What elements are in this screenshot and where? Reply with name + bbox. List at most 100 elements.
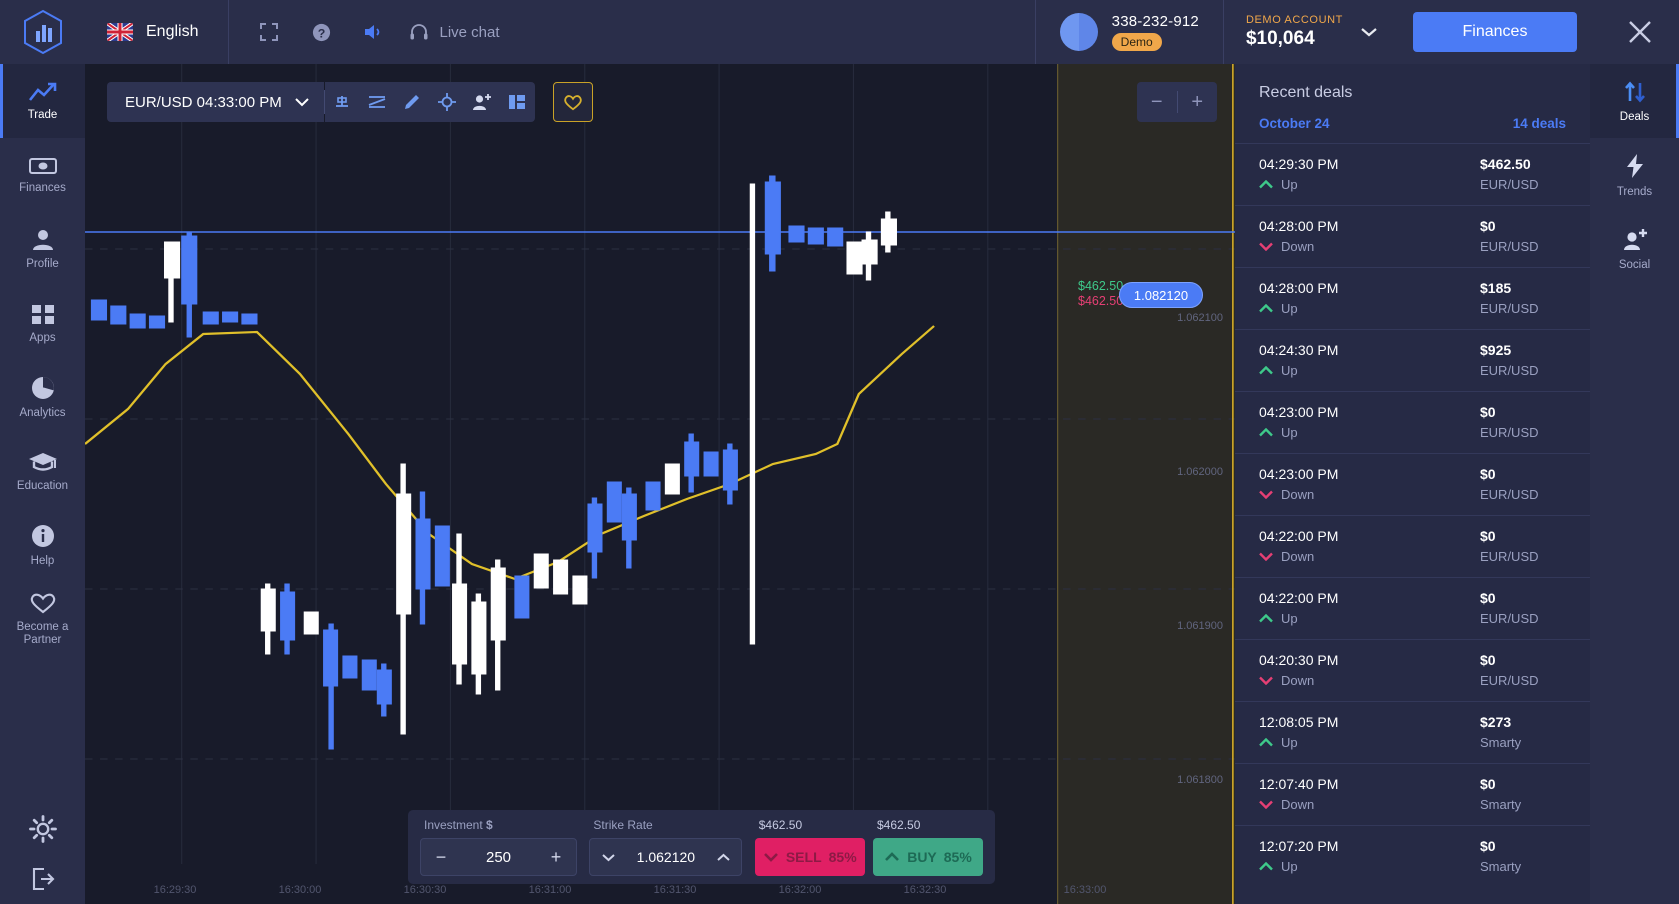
investment-minus-button[interactable]: − [421, 839, 461, 875]
deal-row[interactable]: 04:28:00 PM Up $185 EUR/USD [1235, 267, 1590, 329]
crosshair-button[interactable] [430, 82, 465, 122]
deals-date[interactable]: October 24 [1259, 116, 1330, 131]
deal-right: $0 EUR/USD [1480, 404, 1566, 440]
deal-amount: $185 [1480, 280, 1512, 296]
sidebar-item-trade[interactable]: Trade [0, 64, 85, 138]
deal-row[interactable]: 04:29:30 PM Up $462.50 EUR/USD [1235, 143, 1590, 205]
rightnav-item-label: Social [1618, 258, 1651, 271]
account-info[interactable]: 338-232-912 Demo [1034, 0, 1223, 64]
language-selector[interactable]: English [85, 0, 230, 64]
deal-left: 04:28:00 PM Up [1259, 280, 1338, 316]
balance-amount: $10,064 [1245, 28, 1315, 49]
deal-row[interactable]: 04:22:00 PM Up $0 EUR/USD [1235, 577, 1590, 639]
deal-row[interactable]: 12:07:20 PM Up $0 Smarty [1235, 825, 1590, 887]
rightnav-item-deals[interactable]: Deals [1590, 64, 1679, 138]
deal-row[interactable]: 04:23:00 PM Down $0 EUR/USD [1235, 453, 1590, 515]
sidebar-item-profile[interactable]: Profile [0, 212, 85, 286]
buy-button[interactable]: BUY 85% [873, 838, 983, 876]
logout-button[interactable] [0, 854, 85, 904]
deal-row[interactable]: 04:24:30 PM Up $925 EUR/USD [1235, 329, 1590, 391]
investment-input[interactable]: 250 [461, 849, 536, 866]
rightnav-item-trends[interactable]: Trends [1590, 138, 1679, 212]
buy-group: $462.50 BUY 85% [873, 818, 983, 876]
app-logo[interactable] [0, 0, 85, 64]
bar-chart-hex-logo [23, 9, 62, 55]
strike-input[interactable]: 1.062120 [626, 849, 705, 865]
deal-direction-label: Up [1281, 611, 1298, 626]
deal-direction: Down [1259, 487, 1338, 502]
live-chat-label: Live chat [439, 23, 500, 41]
time-tick: 16:29:30 [153, 884, 197, 896]
live-chat-button[interactable]: Live chat [399, 22, 517, 42]
chevron-down-icon [1259, 673, 1273, 688]
balance-selector[interactable]: DEMO ACCOUNT $10,064 [1222, 0, 1399, 64]
invite-button[interactable] [465, 82, 500, 122]
investment-plus-button[interactable]: + [536, 839, 576, 875]
demo-badge: Demo [1111, 33, 1162, 51]
deal-left: 04:24:30 PM Up [1259, 342, 1338, 378]
deal-time: 04:28:00 PM [1259, 218, 1339, 234]
strike-stepper[interactable]: 1.062120 [589, 838, 743, 876]
headset-icon [410, 24, 428, 40]
help-button[interactable]: ? [295, 0, 347, 64]
deal-left: 04:28:00 PM Down [1259, 218, 1338, 254]
deal-row[interactable]: 04:20:30 PM Down $0 EUR/USD [1235, 639, 1590, 701]
favorite-button[interactable] [552, 82, 593, 122]
deal-row[interactable]: 04:23:00 PM Up $0 EUR/USD [1235, 391, 1590, 453]
info-circle-icon [31, 524, 54, 547]
draw-button[interactable] [395, 82, 430, 122]
sell-label: SELL [785, 849, 822, 865]
sell-button[interactable]: SELL 85% [754, 838, 865, 876]
price-chart [85, 64, 1235, 904]
chart-area[interactable]: EUR/USD 04:33:00 PM − + $462.50 $462.50 … [85, 64, 1235, 904]
sidebar-item-label: Finances [19, 181, 66, 194]
sidebar-item-education[interactable]: Education [0, 434, 85, 508]
time-tick: 16:31:30 [653, 884, 697, 896]
deals-summary: October 24 14 deals [1235, 102, 1590, 143]
sidebar-item-apps[interactable]: Apps [0, 286, 85, 360]
candle-type-icon [336, 96, 349, 107]
deals-list[interactable]: 04:29:30 PM Up $462.50 EUR/USD 04:28:00 PM Do… [1235, 143, 1590, 904]
deal-right: $0 Smarty [1480, 838, 1566, 874]
deal-amount: $0 [1480, 218, 1496, 234]
rightnav-item-social[interactable]: Social [1590, 212, 1679, 286]
investment-label-text: Investment [424, 818, 483, 832]
sidebar-item-finances[interactable]: Finances [0, 138, 85, 212]
finances-button[interactable]: Finances [1413, 12, 1577, 52]
close-button[interactable] [1601, 0, 1679, 64]
deal-direction-label: Up [1281, 363, 1298, 378]
deal-row[interactable]: 04:22:00 PM Down $0 EUR/USD [1235, 515, 1590, 577]
indicators-button[interactable] [360, 82, 395, 122]
body-row: Trade Finances Profile Apps Analytics Ed… [0, 64, 1679, 904]
sound-button[interactable] [347, 0, 399, 64]
deal-right: $925 EUR/USD [1480, 342, 1566, 378]
zoom-out-button[interactable]: − [1137, 82, 1177, 122]
deal-row[interactable]: 12:07:40 PM Down $0 Smarty [1235, 763, 1590, 825]
strike-down-button[interactable] [590, 839, 626, 875]
rightnav-item-label: Deals [1619, 110, 1650, 123]
deal-time: 12:08:05 PM [1259, 714, 1339, 730]
deal-amount: $0 [1480, 404, 1496, 420]
fullscreen-button[interactable] [243, 0, 295, 64]
deal-right: $0 EUR/USD [1480, 218, 1566, 254]
sidebar-item-become-a-partner[interactable]: Become a Partner [0, 582, 85, 656]
investment-stepper[interactable]: − 250 + [420, 838, 577, 876]
balance-title: DEMO ACCOUNT [1245, 14, 1343, 26]
layout-button[interactable] [500, 82, 535, 122]
zoom-in-button[interactable]: + [1178, 82, 1218, 122]
deal-row[interactable]: 12:08:05 PM Up $273 Smarty [1235, 701, 1590, 763]
panel-gap [865, 818, 873, 876]
deal-direction: Up [1259, 611, 1338, 626]
deal-right: $185 EUR/USD [1480, 280, 1566, 316]
deals-count[interactable]: 14 deals [1513, 116, 1566, 131]
asset-selector[interactable]: EUR/USD 04:33:00 PM [107, 82, 324, 122]
settings-button[interactable] [0, 804, 85, 854]
deal-row[interactable]: 04:28:00 PM Down $0 EUR/USD [1235, 205, 1590, 267]
sidebar-item-help[interactable]: Help [0, 508, 85, 582]
strike-up-button[interactable] [705, 839, 741, 875]
time-tick: 16:30:30 [403, 884, 447, 896]
grid-icon [31, 304, 54, 324]
deal-time: 12:07:40 PM [1259, 776, 1339, 792]
candle-type-button[interactable] [325, 82, 360, 122]
sidebar-item-analytics[interactable]: Analytics [0, 360, 85, 434]
